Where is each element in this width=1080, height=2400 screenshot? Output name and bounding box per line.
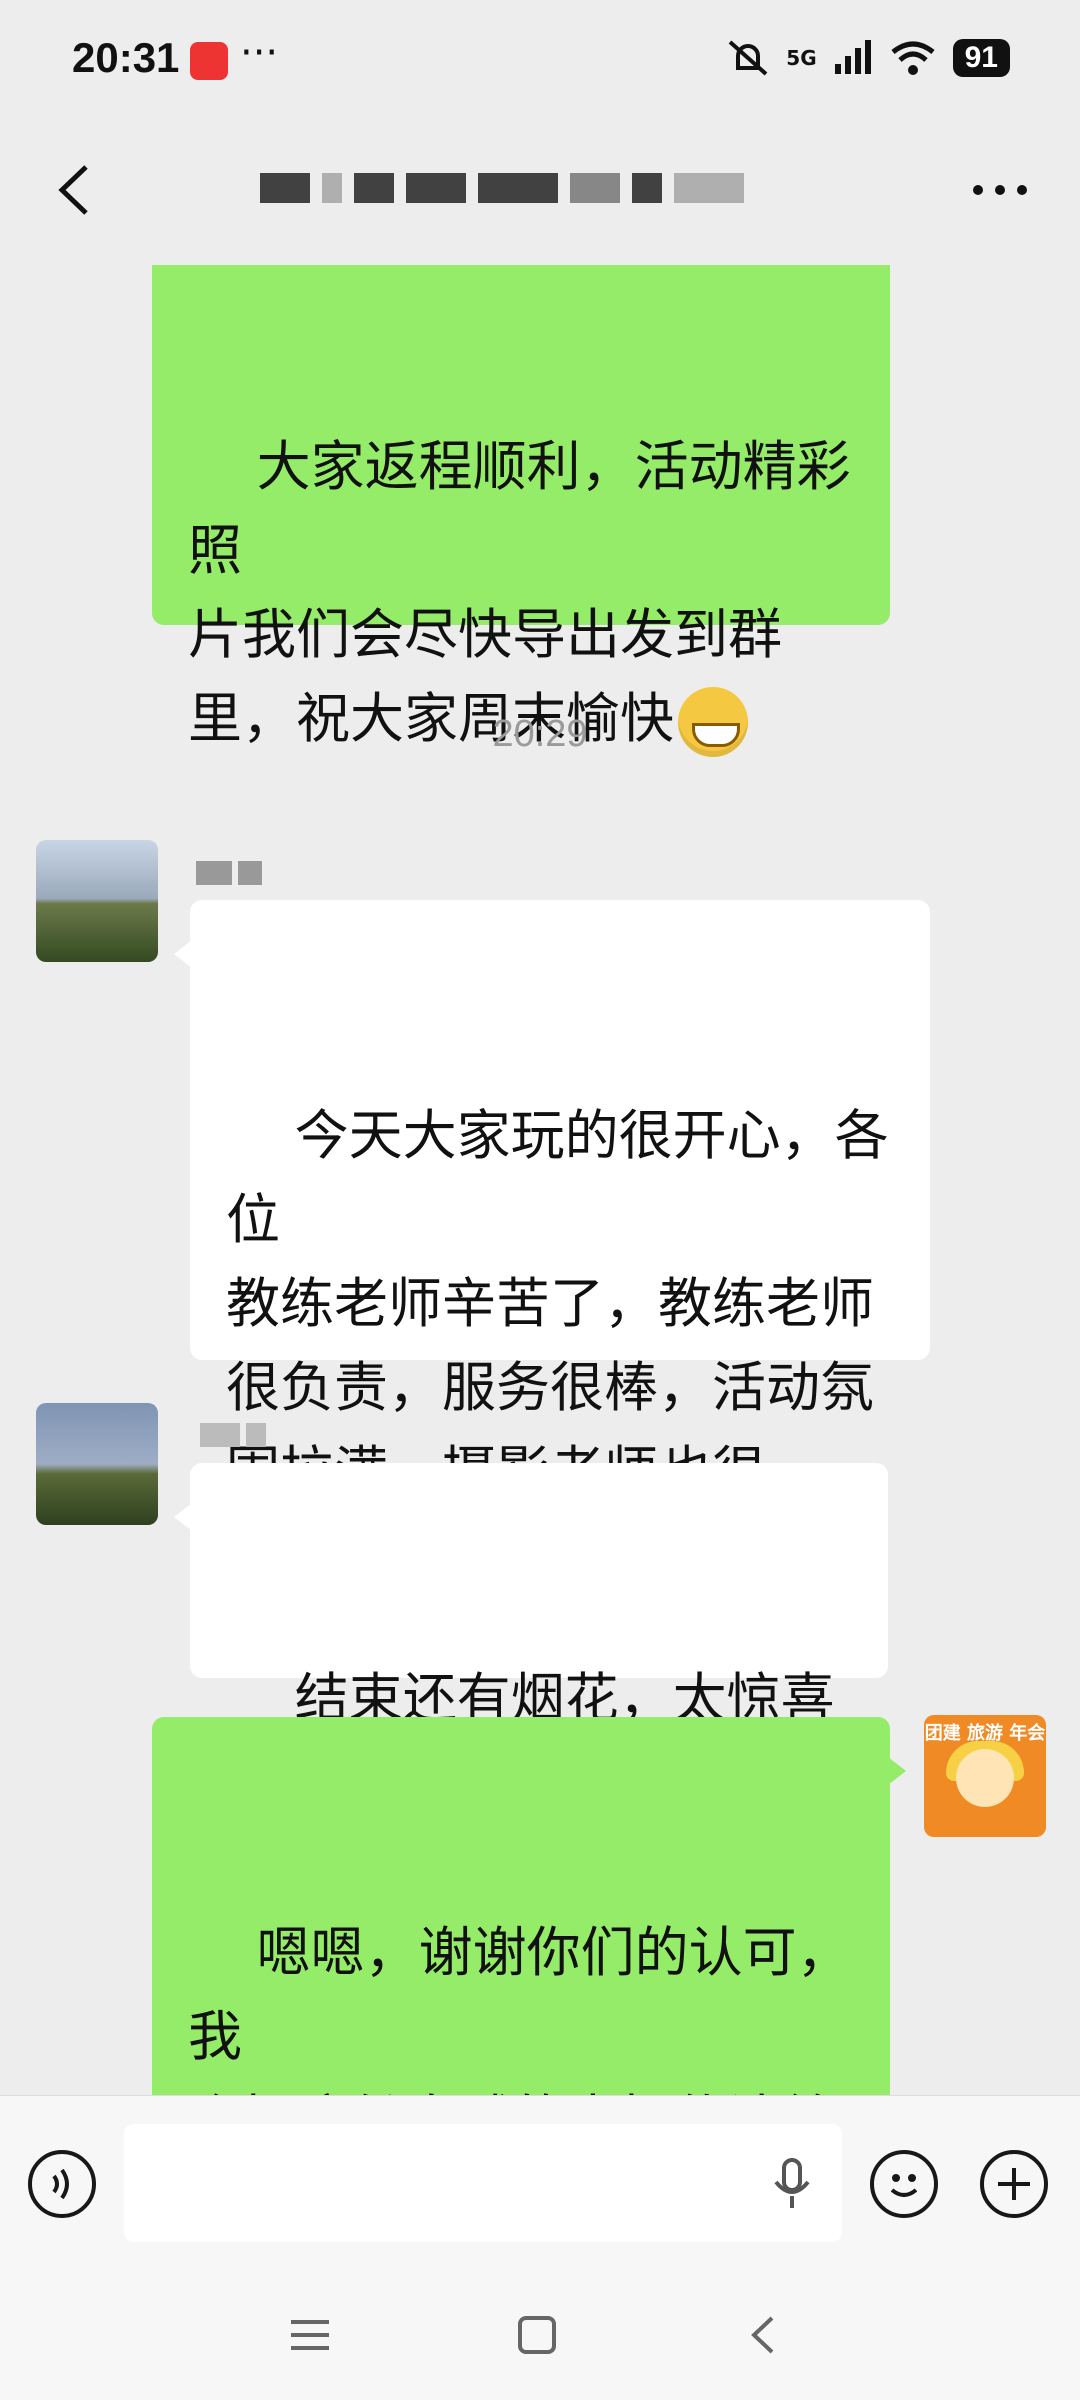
own-avatar[interactable]: 团建 旅游 年会 (924, 1715, 1046, 1837)
message-bubble-incoming[interactable]: 今天大家玩的很开心，各位 教练老师辛苦了，教练老师 很负责，服务很棒，活动氛 围… (174, 900, 930, 1587)
battery-level: 91 (952, 39, 1010, 77)
home-icon[interactable] (512, 2310, 562, 2360)
input-bar (0, 2095, 1080, 2271)
back-icon[interactable] (40, 155, 110, 225)
menu-icon[interactable] (285, 2310, 335, 2360)
wifi-icon (891, 41, 935, 75)
voice-icon (52, 2168, 69, 2200)
message-timestamp: 20:29 (492, 713, 588, 755)
status-indicators: 5G 91 (726, 38, 1010, 78)
microphone-icon[interactable] (770, 2158, 814, 2210)
more-notifications-icon: ··· (240, 30, 279, 76)
message-input[interactable] (124, 2124, 842, 2242)
smiley-icon (890, 2174, 918, 2197)
notification-app-icon (190, 42, 228, 80)
message-bubble-outgoing[interactable]: 大家返程顺利，活动精彩照 片我们会尽快导出发到群 里，祝大家周末愉快 (152, 265, 890, 758)
system-navigation-bar (0, 2270, 1080, 2400)
signal-icon (834, 40, 871, 74)
message-bubble-outgoing[interactable]: 嗯嗯，谢谢你们的认可，我 会把这份真诚的表扬传达给 今天的教练们，期待再见面 (152, 1717, 906, 2095)
chat-header (0, 125, 1080, 265)
message-text: 大家返程顺利，活动精彩照 片我们会尽快导出发到群 里，祝大家周末愉快 (188, 435, 851, 750)
voice-input-button[interactable] (28, 2150, 96, 2218)
emoji-button[interactable] (870, 2150, 938, 2218)
sender-name-blurred (200, 1423, 272, 1453)
chat-title-blurred (260, 173, 820, 213)
message-text: 嗯嗯，谢谢你们的认可，我 会把这份真诚的表扬传达给 今天的教练们，期待再见面 (188, 1921, 851, 2095)
status-time: 20:31 (72, 34, 180, 81)
more-functions-button[interactable] (980, 2150, 1048, 2218)
more-icon[interactable] (960, 155, 1040, 225)
network-type: 5G (786, 46, 817, 70)
message-list[interactable]: 大家返程顺利，活动精彩照 片我们会尽快导出发到群 里，祝大家周末愉快 20:29… (0, 265, 1080, 2095)
plus-icon (998, 2168, 1030, 2200)
message-bubble-incoming[interactable]: 结束还有烟花，太惊喜了 666666 (174, 1463, 888, 1990)
sender-name-blurred (196, 861, 268, 891)
mute-icon (728, 40, 768, 76)
avatar[interactable] (36, 840, 158, 962)
back-nav-icon[interactable] (738, 2310, 788, 2360)
status-bar: 20:31 ··· 5G 91 (0, 0, 1080, 125)
avatar[interactable] (36, 1403, 158, 1525)
